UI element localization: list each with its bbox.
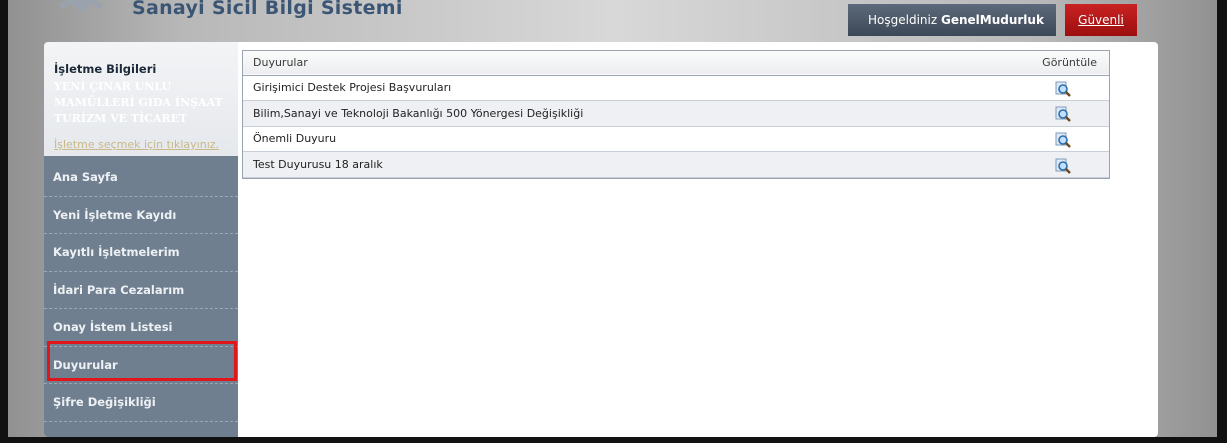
site-title: Sanayi Sicil Bilgi Sistemi: [132, 0, 403, 19]
window-frame-right: [1217, 0, 1227, 443]
table-row: Bilim,Sanayi ve Teknoloji Bakanlığı 500 …: [243, 100, 1109, 127]
announcement-title[interactable]: Girişimici Destek Projesi Başvuruları: [243, 75, 1032, 101]
company-name: YENİ ÇINAR UNLU MAMÜLLERİ GIDA İNŞAAT TU…: [54, 80, 223, 125]
sidebar-item-idari-para-cezalarim[interactable]: İdari Para Cezalarım: [44, 272, 238, 309]
table-row: Test Duyurusu 18 aralık: [243, 151, 1109, 178]
view-cell: [1032, 75, 1109, 101]
table-header-row: Duyurular Görüntüle: [243, 51, 1109, 75]
announcements-table: Duyurular Görüntüle Girişimici Destek Pr…: [243, 51, 1109, 178]
announcement-title[interactable]: Bilim,Sanayi ve Teknoloji Bakanlığı 500 …: [243, 101, 1032, 127]
sidebar-item-kayitli-isletmelerim[interactable]: Kayıtlı İşletmelerim: [44, 234, 238, 272]
view-magnifier-icon[interactable]: [1055, 132, 1071, 148]
view-magnifier-icon[interactable]: [1055, 158, 1071, 174]
view-magnifier-icon[interactable]: [1055, 81, 1071, 97]
table-row: Önemli Duyuru: [243, 126, 1109, 152]
welcome-box: Hoşgeldiniz GenelMudurluk: [848, 4, 1056, 36]
welcome-prefix: Hoşgeldiniz: [868, 13, 941, 27]
announcement-title[interactable]: Önemli Duyuru: [243, 126, 1032, 152]
select-business-link[interactable]: İşletme seçmek için tıklayınız.: [54, 138, 238, 151]
sidebar-menu: Ana Sayfa Yeni İşletme Kayıdı Kayıtlı İş…: [44, 159, 238, 422]
gear-logo-icon: [59, 0, 103, 12]
welcome-user: GenelMudurluk: [940, 13, 1044, 27]
main-container: İşletme Bilgileri YENİ ÇINAR UNLU MAMÜLL…: [44, 42, 1158, 437]
header: Sanayi Sicil Bilgi Sistemi Hoşgeldiniz G…: [8, 0, 1217, 59]
window-frame-left: [0, 0, 8, 443]
view-cell: [1032, 101, 1109, 127]
table-row: Girişimici Destek Projesi Başvuruları: [243, 75, 1109, 101]
sidebar-item-ana-sayfa[interactable]: Ana Sayfa: [44, 159, 238, 197]
view-magnifier-icon[interactable]: [1055, 106, 1071, 123]
highlight-annotation-box: [47, 341, 237, 381]
column-header-view: Görüntüle: [1042, 56, 1097, 70]
view-cell: [1032, 152, 1109, 178]
announcement-title[interactable]: Test Duyurusu 18 aralık: [243, 152, 1032, 178]
business-info-title: İşletme Bilgileri: [54, 62, 157, 76]
sidebar-item-sifre-degisikligi[interactable]: Şifre Değişikliği: [44, 384, 238, 422]
sidebar-item-yeni-isletme-kayidi[interactable]: Yeni İşletme Kayıdı: [44, 197, 238, 234]
announcements-panel: Duyurular Görüntüle Girişimici Destek Pr…: [242, 50, 1110, 179]
logout-button[interactable]: Güvenli Çıkış: [1065, 4, 1137, 59]
column-header-title: Duyurular: [253, 56, 308, 70]
view-cell: [1032, 126, 1109, 152]
window-frame-bottom: [0, 437, 1227, 443]
